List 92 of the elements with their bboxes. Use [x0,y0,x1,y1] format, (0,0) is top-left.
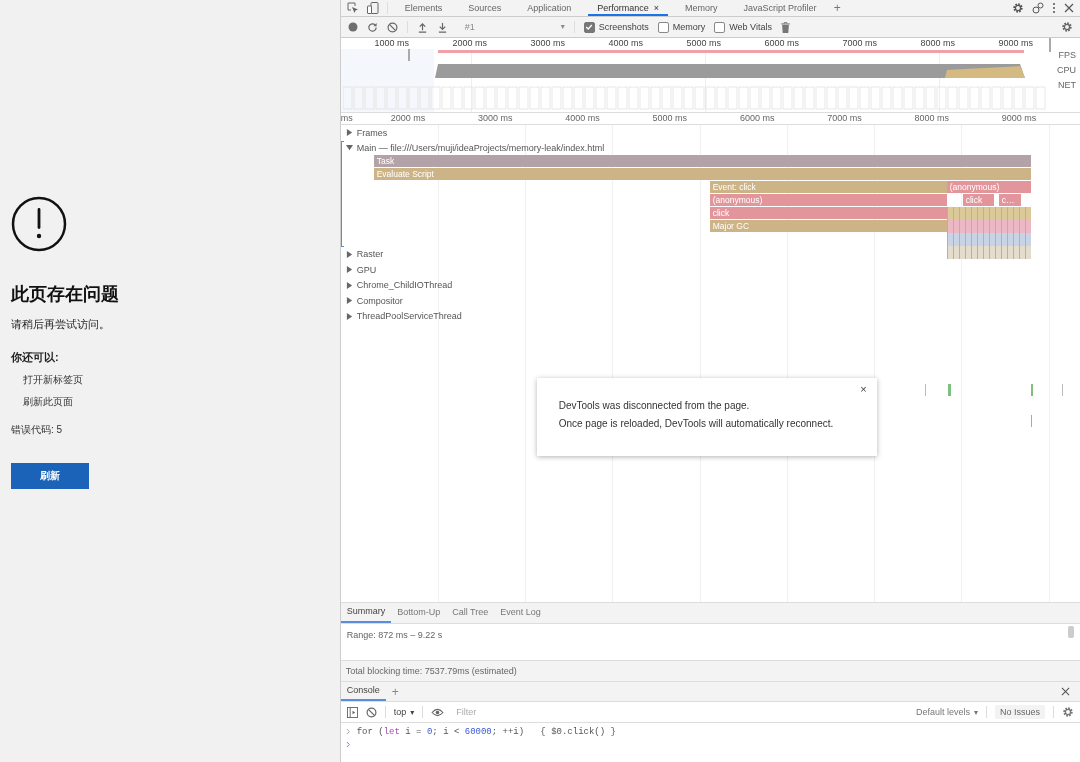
expand-arrow-icon[interactable] [345,266,353,274]
time-label: 4000 ms [565,113,600,124]
context-select[interactable]: top ▾ [393,707,415,717]
time-label: 9000 ms [998,38,1033,48]
expand-arrow-icon[interactable] [345,297,353,305]
lane-label: FPS [1058,50,1076,60]
time-label: 8000 ms [920,38,955,48]
range-text: Range: 872 ms – 9.22 s [346,630,443,640]
panel-tab[interactable]: Memory [676,0,727,16]
collapse-arrow-icon[interactable] [345,144,353,151]
reload-icon[interactable] [366,21,378,33]
sidebar-icon[interactable] [346,706,358,718]
panel-tab[interactable]: JavaScript Profiler [734,0,826,16]
time-label: 2000 ms [452,38,487,48]
error-message: 请稍后再尝试访问。 [11,317,110,332]
time-label: 3000 ms [530,38,565,48]
remote-devices-icon[interactable] [1032,2,1044,14]
inspect-icon[interactable] [346,2,359,14]
time-label: 5000 ms [686,38,721,48]
device-icon[interactable] [366,2,379,14]
add-tab-button[interactable]: + [391,684,399,699]
track-label[interactable]: Compositor [356,295,403,306]
expand-arrow-icon[interactable] [345,312,353,320]
time-label: ms [340,113,353,124]
track-label[interactable]: Chrome_ChildIOThread [356,280,453,291]
panel-tab[interactable]: Application [518,0,581,16]
details-tab[interactable]: Event Log [494,603,547,623]
checkbox[interactable] [583,21,595,33]
time-label: 2000 ms [390,113,426,124]
panel-tab[interactable]: Elements [395,0,452,16]
expand-arrow-icon[interactable] [345,129,353,137]
track-label[interactable]: Raster [356,249,384,260]
time-label: 4000 ms [608,38,643,48]
add-tab-button[interactable]: + [833,1,841,15]
checkbox[interactable] [657,21,669,33]
reload-button[interactable]: 刷新 [11,463,89,489]
close-button[interactable]: × [860,383,867,395]
warning-icon [11,196,67,252]
selection-handle[interactable] [407,49,410,61]
track-label[interactable]: Main — file:///Users/muji/ideaProjects/memory-leak/index.html [356,142,605,153]
log-levels-select[interactable]: Default levels ▾ [915,707,978,717]
close-icon[interactable] [1064,3,1074,13]
lane-label: NET [1058,80,1076,90]
time-label: 3000 ms [478,113,513,124]
checkbox-label: Memory [672,22,706,32]
time-label: 7000 ms [827,113,862,124]
clear-icon[interactable] [386,21,398,33]
dialog-message: DevTools was disconnected from the page. [558,400,751,411]
console-tab[interactable]: Console [340,682,386,701]
trash-icon[interactable] [780,21,790,33]
option-text: 刷新此页面 [23,395,73,409]
panel-tab[interactable]: Sources [459,0,511,16]
option-text: 打开新标签页 [23,373,83,387]
download-icon[interactable] [436,21,448,33]
blocking-time-text: Total blocking time: 7537.79ms (estimated) [340,660,1080,682]
settings-icon[interactable] [1061,21,1073,33]
details-tab[interactable]: Call Tree [446,603,495,623]
time-label: 7000 ms [842,38,877,48]
error-title: 此页存在问题 [11,283,119,306]
console-input-line: for (let i = 0; i < 60000; ++i) { $0.click() } [356,726,616,737]
settings-icon[interactable] [1062,706,1074,718]
close-icon[interactable] [1061,687,1070,696]
checkbox-label: Screenshots [598,22,649,32]
more-icon[interactable] [1052,2,1056,14]
track-label[interactable]: Frames [356,127,388,138]
upload-icon[interactable] [416,21,428,33]
scrollbar[interactable] [1068,626,1074,638]
dialog-message: Once page is reloaded, DevTools will automatically reconnect. [558,418,835,429]
time-label: 1000 ms [374,38,409,48]
lane-label: CPU [1057,65,1076,75]
issues-button[interactable]: No Issues [994,705,1045,719]
time-label: 8000 ms [914,113,949,124]
clear-icon[interactable] [365,706,377,718]
expand-arrow-icon[interactable] [345,281,353,289]
options-heading: 你还可以: [11,350,59,365]
selection-handle[interactable] [1048,38,1051,52]
time-label: 5000 ms [652,113,688,124]
error-code: 错误代码: 5 [11,423,63,437]
time-label: 6000 ms [739,113,775,124]
details-tab[interactable]: Bottom-Up [391,603,447,623]
track-label[interactable]: GPU [356,264,377,275]
eye-icon[interactable] [431,707,445,717]
details-tab[interactable]: Summary [340,603,392,623]
track-label[interactable]: ThreadPoolServiceThread [356,311,462,322]
settings-icon[interactable] [1012,2,1024,14]
checkbox-label: Web Vitals [729,22,772,32]
compositor-activity-mark [1030,415,1032,427]
time-label: 9000 ms [1001,113,1037,124]
expand-arrow-icon[interactable] [345,250,353,258]
time-label: 6000 ms [764,38,799,48]
checkbox[interactable] [714,21,726,33]
record-icon[interactable] [347,22,358,32]
